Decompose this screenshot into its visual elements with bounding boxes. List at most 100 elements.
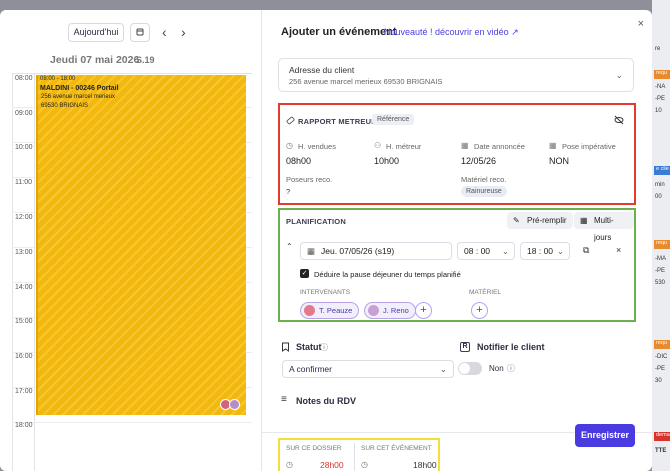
add-materiel-button[interactable]: + (471, 302, 488, 319)
ruler-icon (286, 116, 295, 125)
help-icon[interactable]: ⓘ (320, 342, 328, 353)
total-label: SUR CE DOSSIER (286, 445, 342, 452)
bg-chip: e clie (654, 166, 670, 175)
close-icon[interactable]: × (638, 18, 644, 30)
notify-value: Non (489, 364, 504, 373)
bg-chip: requ (654, 240, 670, 249)
planification-section: PLANIFICATION ✎ Pré-remplir ▦ Multi-jour… (278, 208, 636, 322)
planification-title: PLANIFICATION (286, 217, 346, 226)
bg-chip: dema (654, 432, 670, 441)
notify-label: Notifier le client (477, 342, 545, 352)
date-field[interactable]: ▦ Jeu. 07/05/26 (s19) (300, 242, 452, 260)
field-value: NON (549, 156, 569, 166)
bg-chip: requ (654, 70, 670, 79)
user-clock-icon: ⚇ (374, 141, 382, 150)
avatar (368, 305, 379, 316)
hour-line (12, 422, 252, 423)
next-day-button[interactable]: › (181, 23, 186, 42)
totals-divider (354, 443, 355, 471)
prefill-label: Pré-remplir (527, 216, 567, 225)
bg-text: 30 (655, 378, 662, 384)
bg-text: 00 (655, 194, 662, 200)
grid-divider (34, 73, 35, 471)
poseurs-value: ? (286, 187, 291, 196)
reference-tag: Référence (372, 114, 415, 125)
help-icon[interactable]: ⓘ (507, 363, 515, 374)
bg-text: -PE (655, 96, 666, 102)
calendar-event[interactable]: 08:00 - 18:00 MALDINI - 00246 Portail 25… (36, 75, 246, 415)
calendar-icon: ▦ (580, 216, 588, 225)
brush-icon: ✎ (513, 216, 520, 225)
copy-icon[interactable]: ⧉ (583, 245, 589, 256)
start-hour: 08 (464, 246, 474, 256)
bg-text: re (655, 46, 661, 52)
intervenant-name: J. Reno (383, 306, 409, 315)
calendar-picker-button[interactable] (130, 23, 150, 42)
statut-select[interactable]: A confirmer ⌄ (282, 360, 454, 378)
hide-eye-icon[interactable] (614, 115, 624, 125)
save-button[interactable]: Enregistrer (575, 424, 635, 447)
start-time-field[interactable]: 08 : 00 ⌄ (457, 242, 515, 260)
multi-days-button[interactable]: ▦ Multi-jours (574, 212, 634, 242)
end-minute: 00 (543, 246, 554, 256)
calendar-icon: ▦ (549, 141, 557, 150)
bookmark-icon (282, 342, 289, 352)
clock-icon: ◷ (361, 460, 368, 469)
hour-label: 12:00 (15, 214, 33, 221)
intervenant-name: T. Peauze (319, 306, 353, 315)
chevron-down-icon: ⌄ (615, 70, 623, 80)
news-video-link[interactable]: Nouveauté ! découvrir en vidéo ↗ (384, 27, 519, 38)
prev-day-button[interactable]: ‹ (162, 23, 167, 42)
chevron-down-icon: ⌄ (439, 364, 447, 374)
multi-days-label: Multi-jours (594, 216, 614, 242)
intervenants-label: INTERVENANTS (300, 289, 351, 296)
event-time: 08:00 - 18:00 (40, 76, 76, 82)
bg-text: TTE (655, 448, 667, 454)
notify-toggle[interactable] (458, 362, 482, 375)
bg-text: 10 (655, 108, 662, 114)
event-form-panel: × Ajouter un événement Nouveauté ! décou… (262, 10, 652, 471)
hours-totals: SUR CE DOSSIER ◷ 28h00 SUR CET ÉVÉNEMENT… (278, 438, 440, 471)
event-address-line1: 256 avenue marcel merieux (41, 94, 116, 100)
week-number: S.19 (136, 55, 155, 65)
chevron-down-icon: ⌄ (556, 246, 564, 256)
hour-label: 11:00 (15, 179, 32, 186)
pause-label: Déduire la pause déjeuner du temps plani… (314, 270, 461, 279)
field-value: 12/05/26 (461, 156, 497, 166)
intervenant-chip[interactable]: J. Reno (364, 302, 416, 319)
intervenant-chip[interactable]: T. Peauze (300, 302, 360, 319)
notes-label[interactable]: Notes du RDV (296, 396, 356, 406)
close-icon[interactable]: × (616, 245, 621, 255)
notify-logo-icon: R (460, 342, 470, 352)
total-value: 28h00 (320, 460, 344, 470)
clock-icon: ◷ (286, 141, 293, 150)
pause-checkbox[interactable]: ✓ (300, 269, 309, 278)
hour-label: 14:00 (15, 284, 33, 291)
materiel-tag: Rainureuse (461, 186, 507, 197)
client-address-select[interactable]: Adresse du client 256 avenue marcel meri… (278, 58, 634, 92)
bg-text: -DIC (655, 354, 668, 360)
background-calendar-strip: re requ -NA -PE 10 e clie min 00 requ -M… (652, 0, 670, 471)
statut-value: A confirmer (289, 364, 332, 374)
field-label: H. vendues (298, 142, 336, 151)
event-name: MALDINI - 00246 Portail (40, 85, 119, 92)
prefill-button[interactable]: ✎ Pré-remplir (507, 212, 573, 229)
calendar-icon (136, 28, 144, 36)
end-time-field[interactable]: 18 : 00 ⌄ (520, 242, 570, 260)
chevron-up-icon[interactable]: ⌃ (286, 242, 293, 251)
chevron-down-icon: ⌄ (501, 246, 509, 256)
add-intervenant-button[interactable]: + (415, 302, 432, 319)
total-value: 18h00 (413, 460, 437, 470)
today-button[interactable]: Aujourd'hui (68, 23, 124, 42)
bg-text: 530 (655, 280, 666, 286)
materiel-section-label: MATÉRIEL (469, 289, 502, 296)
notes-icon: ≡ (281, 394, 287, 405)
day-calendar-panel: Aujourd'hui ‹ › Jeudi 07 mai 2026 S.19 0… (0, 10, 262, 471)
hour-label: 10:00 (15, 144, 33, 151)
poseurs-label: Poseurs reco. (286, 175, 333, 184)
hour-label: 09:00 (15, 110, 33, 117)
rapport-metreur-section: RAPPORT METREUR Référence ◷ H. vendues 0… (278, 103, 636, 205)
field-value: 10h00 (374, 156, 400, 166)
hour-label: 13:00 (15, 249, 33, 256)
hour-label: 18:00 (15, 422, 33, 429)
